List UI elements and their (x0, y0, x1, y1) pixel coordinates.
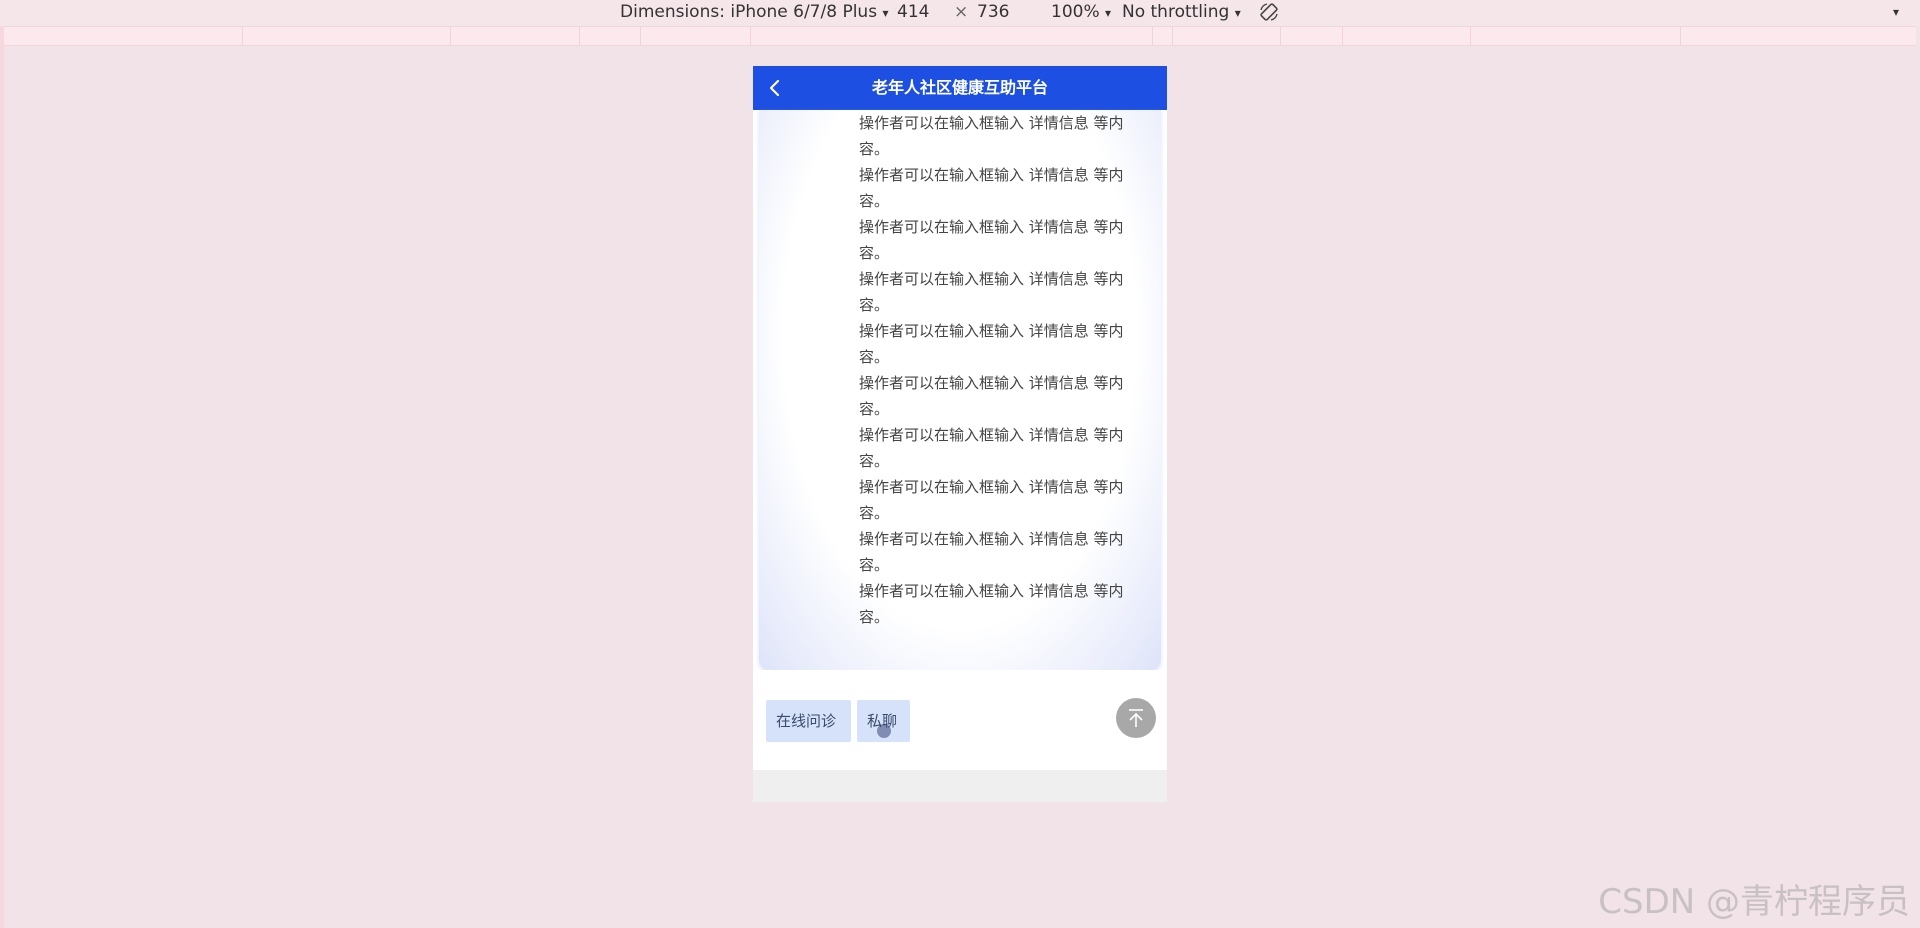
media-query-ruler (4, 26, 1916, 46)
detail-content-card: 操作者可以在输入框输入 详情信息 等内容。 操作者可以在输入框输入 详情信息 等… (759, 110, 1161, 670)
content-line: 操作者可以在输入框输入 详情信息 等内容。 (859, 166, 1124, 210)
content-line: 操作者可以在输入框输入 详情信息 等内容。 (859, 582, 1124, 626)
page-title: 老年人社区健康互助平台 (871, 78, 1048, 97)
detail-text: 操作者可以在输入框输入 详情信息 等内容。 操作者可以在输入框输入 详情信息 等… (859, 110, 1151, 630)
action-bar: 在线问诊 私聊 (753, 670, 1167, 776)
viewport-height-input[interactable]: 736 (977, 2, 1009, 22)
chevron-down-icon: ▾ (1234, 6, 1241, 20)
viewport-width-input[interactable]: 414 (897, 2, 929, 22)
device-dimensions-select[interactable]: Dimensions: iPhone 6/7/8 Plus ▾ (620, 2, 889, 22)
zoom-select[interactable]: 100% ▾ (1051, 2, 1111, 22)
devtools-toolbar: Dimensions: iPhone 6/7/8 Plus ▾ 414 × 73… (0, 0, 1920, 26)
throttling-label: No throttling (1122, 2, 1230, 22)
content-line: 操作者可以在输入框输入 详情信息 等内容。 (859, 530, 1124, 574)
zoom-label: 100% (1051, 2, 1100, 22)
rotate-icon[interactable] (1258, 1, 1280, 28)
content-line: 操作者可以在输入框输入 详情信息 等内容。 (859, 374, 1124, 418)
content-line: 操作者可以在输入框输入 详情信息 等内容。 (859, 114, 1124, 158)
content-line: 操作者可以在输入框输入 详情信息 等内容。 (859, 322, 1124, 366)
more-options-chevron-icon[interactable]: ▾ (1893, 5, 1899, 19)
online-consult-button[interactable]: 在线问诊 (766, 700, 851, 742)
throttling-select[interactable]: No throttling ▾ (1122, 2, 1241, 22)
chevron-down-icon: ▾ (882, 6, 889, 20)
footer-strip (753, 770, 1167, 802)
content-line: 操作者可以在输入框输入 详情信息 等内容。 (859, 478, 1124, 522)
content-line: 操作者可以在输入框输入 详情信息 等内容。 (859, 426, 1124, 470)
content-line: 操作者可以在输入框输入 详情信息 等内容。 (859, 270, 1124, 314)
nav-bar: 老年人社区健康互助平台 (753, 66, 1167, 110)
chevron-down-icon: ▾ (1105, 6, 1112, 20)
device-viewport: 老年人社区健康互助平台 操作者可以在输入框输入 详情信息 等内容。 操作者可以在… (753, 66, 1167, 802)
touch-cursor-indicator (877, 724, 891, 738)
page-left-edge (0, 26, 4, 928)
watermark: CSDN @青柠程序员 (1598, 882, 1910, 922)
times-separator: × (954, 2, 969, 22)
arrow-up-icon (1129, 709, 1143, 727)
content-line: 操作者可以在输入框输入 详情信息 等内容。 (859, 218, 1124, 262)
back-to-top-button[interactable] (1116, 698, 1156, 738)
device-dimensions-label: Dimensions: iPhone 6/7/8 Plus (620, 2, 878, 22)
